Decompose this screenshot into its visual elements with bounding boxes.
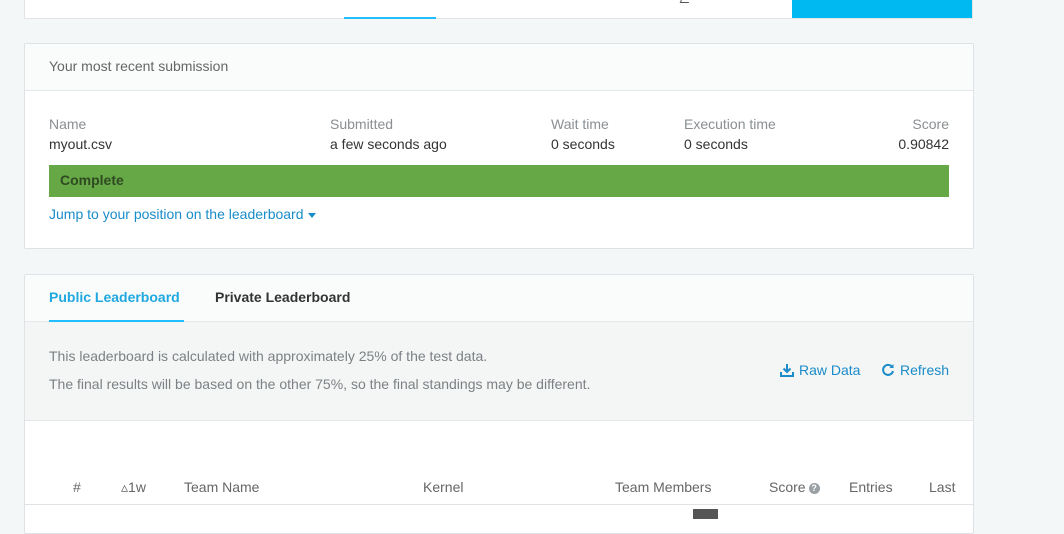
execution-time-label: Execution time — [684, 116, 776, 132]
avatar[interactable] — [693, 509, 718, 519]
column-team-name: Team Name — [184, 479, 260, 495]
submitted-value: a few seconds ago — [330, 136, 447, 152]
submit-predictions-button[interactable] — [792, 0, 972, 18]
score-value: 0.90842 — [898, 136, 949, 152]
jump-to-position-link[interactable]: Jump to your position on the leaderboard — [49, 206, 316, 222]
column-delta: ▵1w — [121, 479, 146, 495]
submission-card-header: Your most recent submission — [25, 44, 973, 91]
wait-time-label: Wait time — [551, 116, 609, 132]
leaderboard-card: Public Leaderboard Private Leaderboard T… — [24, 274, 974, 534]
refresh-icon — [882, 363, 894, 376]
caret-down-icon — [307, 212, 316, 218]
refresh-label: Refresh — [900, 362, 950, 378]
column-score-label: Score — [769, 479, 806, 495]
leaderboard-tabs: Public Leaderboard Private Leaderboard — [25, 275, 973, 322]
recent-submission-card: Your most recent submission Name myout.c… — [24, 43, 974, 249]
refresh-button[interactable]: Refresh — [881, 362, 949, 378]
tab-private-leaderboard[interactable]: Private Leaderboard — [215, 289, 350, 305]
status-bar: Complete — [49, 165, 949, 197]
info-line-1: This leaderboard is calculated with appr… — [49, 348, 488, 364]
help-icon[interactable]: ? — [808, 482, 820, 494]
execution-time-value: 0 seconds — [684, 136, 748, 152]
column-kernel: Kernel — [423, 479, 464, 495]
submitted-label: Submitted — [330, 116, 394, 132]
raw-data-button[interactable]: Raw Data — [780, 362, 860, 378]
jump-link-label: Jump to your position on the leaderboard — [49, 206, 304, 222]
download-icon — [780, 364, 794, 377]
column-team-members: Team Members — [615, 479, 712, 495]
leaderboard-info-panel: This leaderboard is calculated with appr… — [25, 322, 973, 421]
status-text: Complete — [60, 172, 124, 188]
column-score: Score? — [769, 479, 820, 495]
info-line-2: The final results will be based on the o… — [49, 376, 591, 392]
raw-data-label: Raw Data — [799, 362, 861, 378]
score-label: Score — [912, 116, 949, 132]
column-entries: Entries — [849, 479, 893, 495]
partial-tab-label — [679, 0, 692, 3]
active-tab-indicator — [344, 17, 436, 19]
column-rank: # — [73, 479, 81, 495]
file-name: myout.csv — [49, 136, 113, 152]
name-label: Name — [49, 116, 87, 132]
top-navbar — [24, 0, 973, 19]
table-header-divider — [25, 504, 973, 505]
column-last: Last — [929, 479, 956, 495]
wait-time-value: 0 seconds — [551, 136, 615, 152]
tab-public-leaderboard[interactable]: Public Leaderboard — [49, 289, 180, 305]
submission-card-title: Your most recent submission — [49, 58, 229, 74]
